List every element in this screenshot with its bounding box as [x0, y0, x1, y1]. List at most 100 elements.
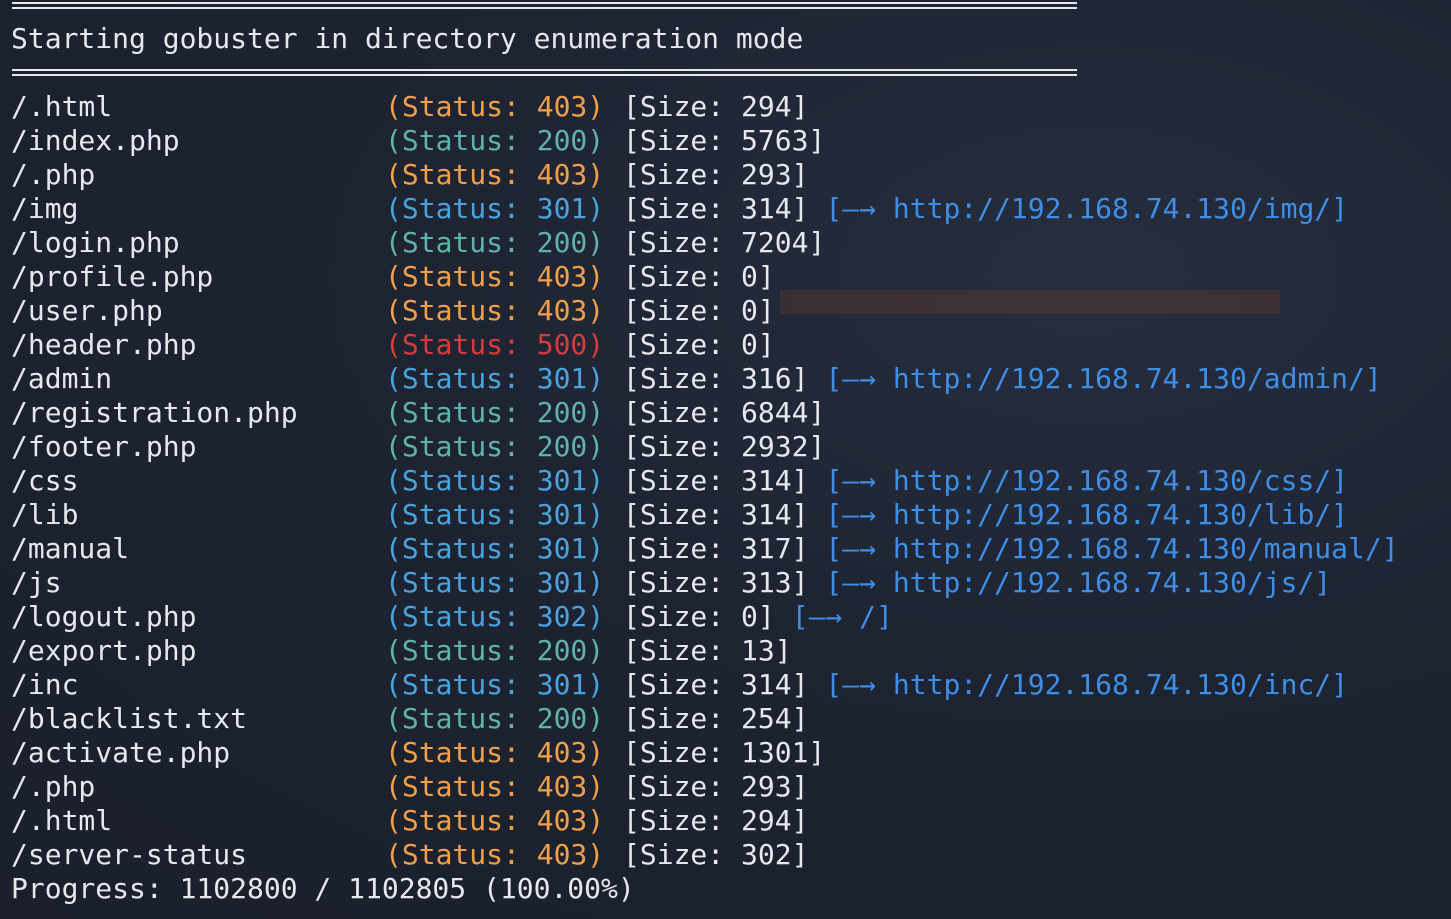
result-path: /css [11, 464, 79, 497]
result-path: /server-status [11, 838, 248, 871]
result-path: /activate.php [11, 736, 231, 769]
result-size: [Size: 294] [623, 804, 808, 838]
result-row: /user.php (Status: 403) [Size: 0] [11, 294, 1441, 328]
result-size-text: [Size: 294] [623, 804, 809, 837]
result-status: (Status: 301) [385, 566, 605, 599]
result-path: /.html [11, 804, 113, 837]
result-status: (Status: 403) [385, 260, 605, 293]
result-size-text: [Size: 13] [623, 634, 792, 667]
result-size-text: [Size: 254] [623, 702, 809, 735]
result-path: /logout.php [11, 600, 197, 633]
result-size: [Size: 293] [623, 770, 808, 804]
result-redirect: [—→ http://192.168.74.130/css/] [825, 464, 1349, 497]
header-rule-bottom [12, 69, 1077, 76]
result-size: [Size: 317] [—→ http://192.168.74.130/man… [623, 532, 1399, 566]
result-status: (Status: 301) [385, 464, 605, 497]
result-status: (Status: 301) [385, 532, 605, 565]
result-row: /footer.php (Status: 200) [Size: 2932] [11, 430, 1441, 464]
progress-line: Progress: 1102800 / 1102805 (100.00%) [11, 872, 635, 905]
result-redirect: [—→ /] [791, 600, 893, 633]
result-row: /server-status (Status: 403) [Size: 302] [11, 838, 1441, 872]
result-size: [Size: 13] [623, 634, 792, 668]
result-size-text: [Size: 0] [623, 328, 775, 361]
result-row: /img (Status: 301) [Size: 314] [—→ http://1… [11, 192, 1441, 226]
result-status: (Status: 301) [385, 498, 605, 531]
result-row: /activate.php (Status: 403) [Size: 1301] [11, 736, 1441, 770]
result-size-text: [Size: 313] [623, 566, 809, 599]
result-status: (Status: 301) [385, 192, 605, 225]
result-path: /login.php [11, 226, 180, 259]
header-rule-top [12, 2, 1077, 9]
result-status: (Status: 403) [385, 770, 605, 803]
result-row: /css (Status: 301) [Size: 314] [—→ http://1… [11, 464, 1441, 498]
result-size: [Size: 294] [623, 90, 808, 124]
result-size-text: [Size: 314] [623, 464, 809, 497]
result-path: /index.php [11, 124, 180, 157]
result-path: /.html [11, 90, 113, 123]
result-row: /login.php (Status: 200) [Size: 7204] [11, 226, 1441, 260]
result-row: /header.php (Status: 500) [Size: 0] [11, 328, 1441, 362]
result-size: [Size: 5763] [623, 124, 825, 158]
result-size: [Size: 313] [—→ http://192.168.74.130/js/… [623, 566, 1331, 600]
result-path: /blacklist.txt [11, 702, 248, 735]
result-redirect: [—→ http://192.168.74.130/lib/] [825, 498, 1349, 531]
result-size: [Size: 316] [—→ http://192.168.74.130/adm… [623, 362, 1382, 396]
result-size-text: [Size: 1301] [623, 736, 826, 769]
results-list: /.html (Status: 403) [Size: 294]/index.php… [11, 90, 1441, 872]
header-title: Starting gobuster in directory enumerati… [11, 22, 804, 55]
result-size: [Size: 0] [623, 328, 775, 362]
result-size: [Size: 0] [623, 260, 775, 294]
result-size-text: [Size: 314] [623, 192, 809, 225]
result-status: (Status: 302) [385, 600, 605, 633]
result-path: /footer.php [11, 430, 197, 463]
result-row: /index.php (Status: 200) [Size: 5763] [11, 124, 1441, 158]
result-row: /registration.php (Status: 200) [Size: 684… [11, 396, 1441, 430]
result-status: (Status: 403) [385, 838, 605, 871]
result-size: [Size: 1301] [623, 736, 825, 770]
result-row: /logout.php (Status: 302) [Size: 0] [—→ /] [11, 600, 1441, 634]
result-status: (Status: 500) [385, 328, 605, 361]
result-redirect: [—→ http://192.168.74.130/js/] [825, 566, 1332, 599]
result-row: /export.php (Status: 200) [Size: 13] [11, 634, 1441, 668]
result-size-text: [Size: 314] [623, 668, 809, 701]
result-size-text: [Size: 317] [623, 532, 809, 565]
result-path: /img [11, 192, 79, 225]
result-status: (Status: 403) [385, 90, 605, 123]
result-status: (Status: 403) [385, 804, 605, 837]
result-status: (Status: 200) [385, 226, 605, 259]
result-path: /export.php [11, 634, 197, 667]
result-size: [Size: 314] [—→ http://192.168.74.130/inc… [623, 668, 1348, 702]
result-row: /.html (Status: 403) [Size: 294] [11, 804, 1441, 838]
result-size: [Size: 302] [623, 838, 808, 872]
result-row: /.php (Status: 403) [Size: 293] [11, 770, 1441, 804]
result-size: [Size: 6844] [623, 396, 825, 430]
result-size-text: [Size: 316] [623, 362, 809, 395]
result-size: [Size: 314] [—→ http://192.168.74.130/img… [623, 192, 1348, 226]
result-path: /inc [11, 668, 79, 701]
result-size-text: [Size: 314] [623, 498, 809, 531]
terminal-window[interactable]: Starting gobuster in directory enumerati… [0, 0, 1451, 919]
result-size-text: [Size: 293] [623, 158, 809, 191]
result-size: [Size: 314] [—→ http://192.168.74.130/lib… [623, 498, 1348, 532]
result-path: /profile.php [11, 260, 214, 293]
result-size-text: [Size: 5763] [623, 124, 826, 157]
result-size-text: [Size: 0] [623, 260, 775, 293]
result-path: /js [11, 566, 62, 599]
result-size: [Size: 0] [—→ /] [623, 600, 893, 634]
result-status: (Status: 200) [385, 396, 605, 429]
result-size-text: [Size: 294] [623, 90, 809, 123]
result-size: [Size: 314] [—→ http://192.168.74.130/css… [623, 464, 1348, 498]
result-redirect: [—→ http://192.168.74.130/img/] [825, 192, 1349, 225]
result-row: /lib (Status: 301) [Size: 314] [—→ http://1… [11, 498, 1441, 532]
result-status: (Status: 403) [385, 158, 605, 191]
result-redirect: [—→ http://192.168.74.130/inc/] [825, 668, 1349, 701]
result-redirect: [—→ http://192.168.74.130/manual/] [825, 532, 1399, 565]
result-size-text: [Size: 2932] [623, 430, 826, 463]
result-size-text: [Size: 7204] [623, 226, 826, 259]
result-row: /admin (Status: 301) [Size: 316] [—→ http:/… [11, 362, 1441, 396]
result-size: [Size: 254] [623, 702, 808, 736]
result-row: /manual (Status: 301) [Size: 317] [—→ http:… [11, 532, 1441, 566]
result-size-text: [Size: 302] [623, 838, 809, 871]
result-size: [Size: 0] [623, 294, 775, 328]
result-status: (Status: 200) [385, 430, 605, 463]
